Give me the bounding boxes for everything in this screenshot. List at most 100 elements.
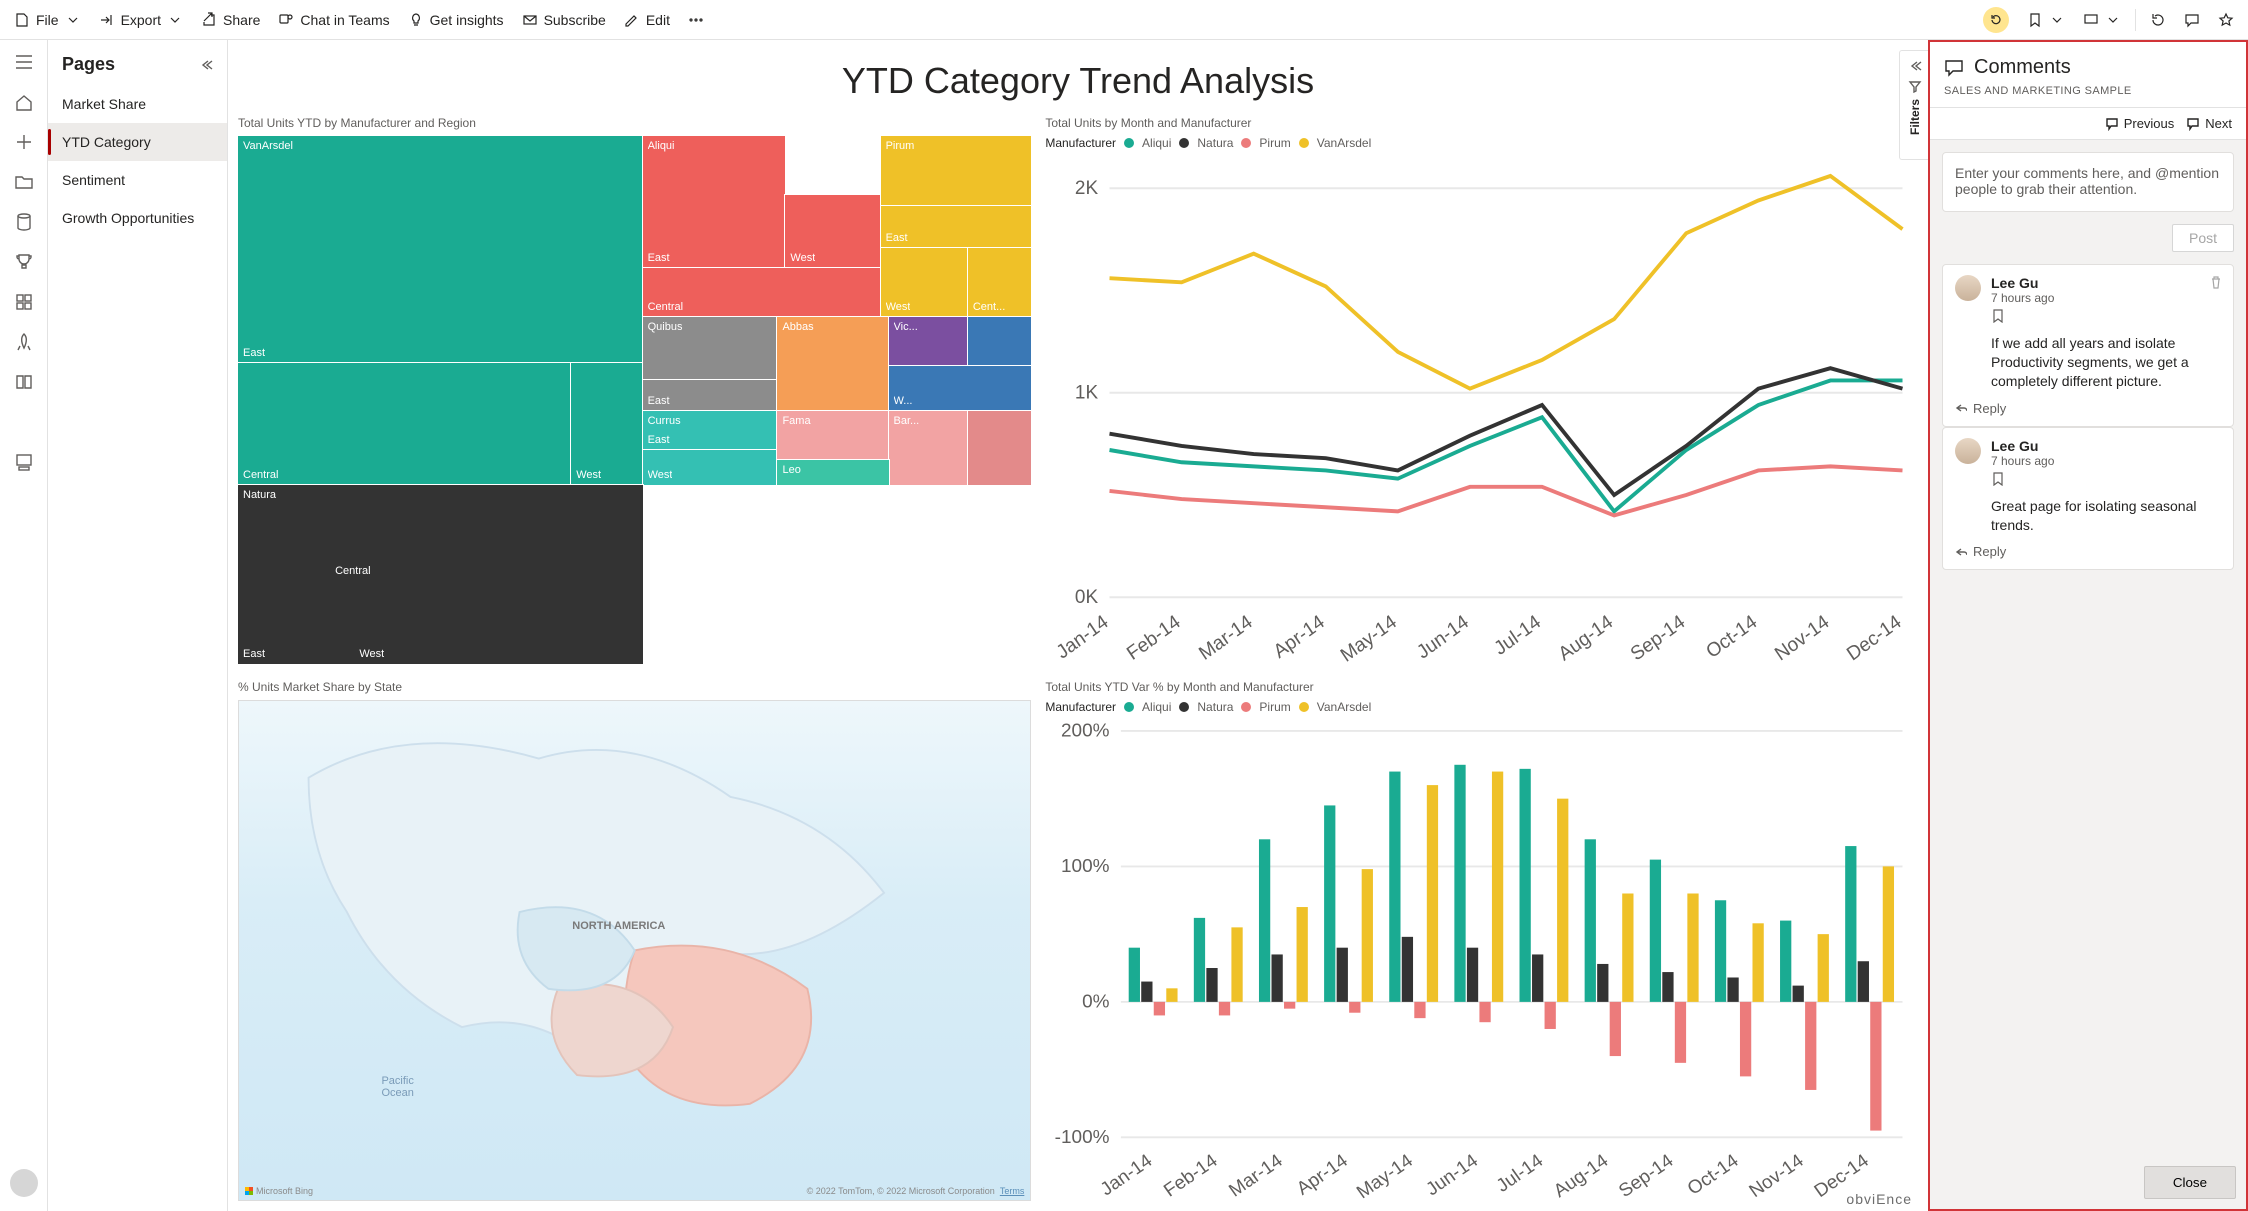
learn-icon[interactable] [14,372,34,392]
user-avatar[interactable] [10,1169,38,1197]
reply-button[interactable]: Reply [1955,401,2221,416]
nav-rail [0,40,48,1211]
svg-text:0%: 0% [1082,991,1110,1012]
comment-icon [2184,12,2200,28]
treemap-title: Total Units YTD by Manufacturer and Regi… [238,114,1031,136]
map-label-continent: NORTH AMERICA [572,920,665,932]
treemap-cell[interactable]: W... [889,366,1032,411]
comment-body: If we add all years and isolate Producti… [1991,334,2221,391]
treemap-visual[interactable]: Total Units YTD by Manufacturer and Regi… [238,114,1031,664]
legend-pirum[interactable]: Pirum [1259,136,1290,150]
post-button[interactable]: Post [2172,224,2234,252]
bookmark-icon[interactable] [1991,472,2005,486]
bookmark-dropdown[interactable] [2019,8,2073,32]
chevron-down-icon [2105,12,2121,28]
insights-button[interactable]: Get insights [400,8,512,32]
treemap-cell-natura[interactable]: NaturaCentralEastWest [238,485,643,665]
legend-vanarsdel[interactable]: VanArsdel [1317,136,1371,150]
collapse-icon[interactable] [199,58,213,72]
file-menu[interactable]: File [6,8,89,32]
map-attribution: © 2022 TomTom, © 2022 Microsoft Corporat… [807,1186,1025,1196]
treemap-cell[interactable]: Pirum [881,136,1032,206]
view-dropdown[interactable] [2075,8,2129,32]
treemap-cell[interactable]: Fama [777,411,888,460]
favorite-button[interactable] [2210,8,2242,32]
folder-icon[interactable] [14,172,34,192]
comment-input[interactable]: Enter your comments here, and @mention p… [1942,152,2234,212]
page-item-sentiment[interactable]: Sentiment [48,161,227,199]
treemap-cell[interactable]: Quibus [643,317,778,380]
treemap-cell[interactable]: Cent... [968,248,1031,318]
reset-icon [1988,12,2004,28]
close-button[interactable]: Close [2144,1166,2236,1199]
filters-pane-toggle[interactable]: Filters [1899,50,1928,160]
legend-aliqui[interactable]: Aliqui [1142,136,1171,150]
svg-text:Oct-14: Oct-14 [1684,1150,1743,1199]
reply-button[interactable]: Reply [1955,544,2221,559]
reset-button[interactable] [1975,3,2017,37]
plus-icon[interactable] [14,132,34,152]
legend-natura[interactable]: Natura [1197,700,1233,714]
treemap-cell[interactable]: Abbas [777,317,888,411]
map-visual[interactable]: % Units Market Share by State NORTH AMER… [238,678,1031,1201]
legend-aliqui[interactable]: Aliqui [1142,700,1171,714]
line-chart-body: 0K1K2KJan-14Feb-14Mar-14Apr-14May-14Jun-… [1045,152,1918,664]
comment-item: Lee Gu7 hours agoGreat page for isolatin… [1942,427,2234,571]
treemap-cell[interactable]: West [643,450,778,485]
treemap-cell[interactable]: Central [643,268,881,317]
bar-chart-visual[interactable]: Total Units YTD Var % by Month and Manuf… [1045,678,1918,1201]
export-menu[interactable]: Export [91,8,191,32]
menu-icon[interactable] [14,52,34,72]
delete-icon[interactable] [2209,275,2223,289]
home-icon[interactable] [14,92,34,112]
workspace-icon[interactable] [14,452,34,472]
legend-pirum[interactable]: Pirum [1259,700,1290,714]
treemap-cell[interactable]: East [881,206,1032,248]
comments-previous[interactable]: Previous [2105,116,2175,131]
treemap-cell[interactable]: CurrusEast [643,411,778,449]
comments-next[interactable]: Next [2186,116,2232,131]
comment-body: Great page for isolating seasonal trends… [1991,497,2221,535]
legend-vanarsdel[interactable]: VanArsdel [1317,700,1371,714]
svg-text:Jul-14: Jul-14 [1491,611,1545,659]
treemap-cell[interactable]: AliquiEast [643,136,786,268]
comment-author: Lee Gu [1991,275,2054,291]
treemap-cell[interactable]: East [643,380,778,411]
treemap-cell[interactable]: Central [238,363,571,485]
treemap-cell[interactable]: Leo [777,460,888,484]
page-item-market-share[interactable]: Market Share [48,85,227,123]
treemap-cell[interactable]: West [571,363,642,485]
treemap-cell[interactable]: Vic... [889,317,968,366]
treemap-cell[interactable] [968,317,1031,366]
page-item-growth-opportunities[interactable]: Growth Opportunities [48,199,227,237]
line-chart-visual[interactable]: Total Units by Month and Manufacturer Ma… [1045,114,1918,664]
comment-time: 7 hours ago [1991,454,2054,468]
treemap-cell[interactable]: VanArsdelEast [238,136,643,363]
svg-text:200%: 200% [1061,720,1110,741]
svg-text:Dec-14: Dec-14 [1844,611,1906,664]
treemap-cell[interactable]: West [881,248,968,318]
page-item-ytd-category[interactable]: YTD Category [48,123,227,161]
share-button[interactable]: Share [193,8,268,32]
overflow-menu[interactable] [680,8,712,32]
treemap-cell[interactable] [968,411,1031,484]
comment-toggle[interactable] [2176,8,2208,32]
edit-button[interactable]: Edit [616,8,678,32]
deploy-icon[interactable] [14,332,34,352]
trophy-icon[interactable] [14,252,34,272]
share-label: Share [223,12,260,28]
bulb-icon [408,12,424,28]
legend-natura[interactable]: Natura [1197,136,1233,150]
database-icon[interactable] [14,212,34,232]
bookmark-icon[interactable] [1991,309,2005,323]
svg-text:Oct-14: Oct-14 [1703,611,1762,663]
star-icon [2218,12,2234,28]
treemap-cell[interactable]: West [785,195,880,268]
treemap-cell[interactable]: Bar... [889,411,968,484]
chat-teams-button[interactable]: Chat in Teams [270,8,397,32]
app-icon[interactable] [14,292,34,312]
map-terms-link[interactable]: Terms [1000,1186,1025,1196]
report-brand: obviEnce [1846,1191,1912,1207]
refresh-button[interactable] [2142,8,2174,32]
subscribe-button[interactable]: Subscribe [514,8,614,32]
